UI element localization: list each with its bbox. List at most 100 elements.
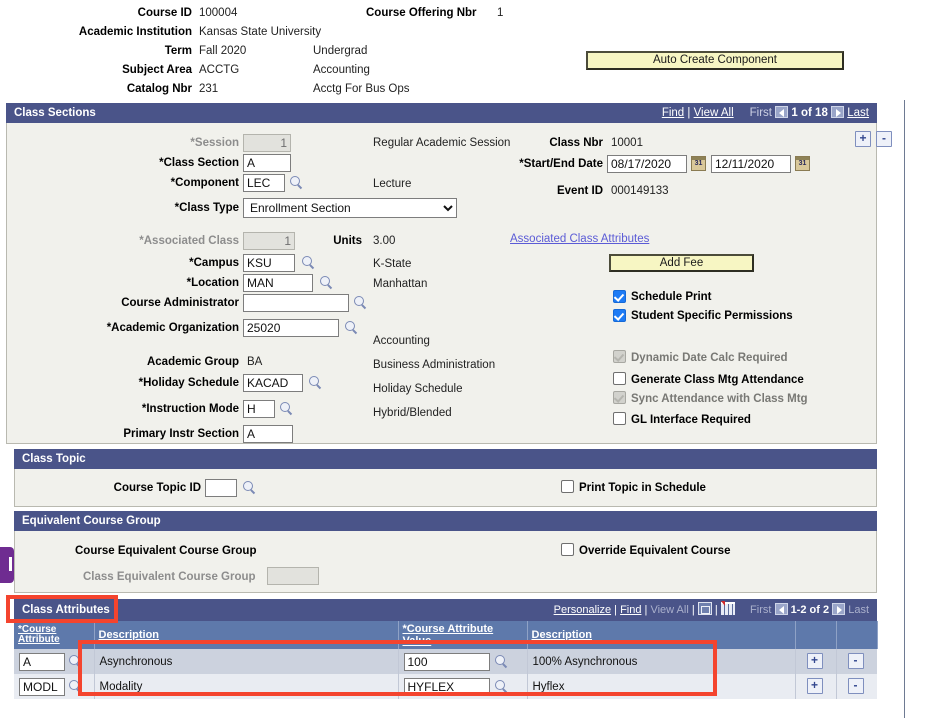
expand-section-button[interactable]: + <box>855 131 871 147</box>
component-lookup-icon[interactable] <box>289 175 304 190</box>
end-date-calendar-icon[interactable] <box>795 156 810 171</box>
subject-area-label: Subject Area <box>122 64 192 76</box>
course-topic-id-lookup-icon[interactable] <box>242 480 257 495</box>
session-input[interactable] <box>243 134 291 152</box>
row-0-remove-button[interactable]: - <box>847 653 864 669</box>
row-1-attribute-input[interactable] <box>19 677 65 696</box>
campus-label: *Campus <box>189 257 239 269</box>
row-0-value-cell <box>398 649 528 674</box>
course-administrator-input[interactable] <box>243 294 349 312</box>
course-equivalent-course-group-label: Course Equivalent Course Group <box>75 545 257 557</box>
equivalent-course-group-panel: Course Equivalent Course Group Class Equ… <box>14 531 877 593</box>
session-label: *Session <box>190 137 239 149</box>
nav-separator-1: | <box>687 107 691 119</box>
grid-next-icon[interactable] <box>832 603 846 615</box>
row-1-attribute-lookup-icon[interactable] <box>68 679 83 694</box>
class-section-label: *Class Section <box>159 157 239 169</box>
student-specific-permissions-checkbox[interactable] <box>613 309 626 322</box>
collapse-menu-tab[interactable] <box>0 547 14 583</box>
grid-view-all-link[interactable]: View All <box>650 604 688 616</box>
download-spreadsheet-icon[interactable] <box>720 601 735 615</box>
term-label: Term <box>164 45 192 57</box>
last-link[interactable]: Last <box>847 107 869 119</box>
row-0-value-input[interactable] <box>403 652 490 671</box>
row-1-add-button[interactable]: + <box>806 678 823 694</box>
previous-row-icon[interactable] <box>775 106 789 118</box>
row-0-value-lookup-icon[interactable] <box>494 654 509 669</box>
personalize-link[interactable]: Personalize <box>554 604 611 616</box>
auto-create-component-button[interactable]: Auto Create Component <box>586 51 844 70</box>
associated-class-attributes-link[interactable]: Associated Class Attributes <box>510 233 649 245</box>
primary-instr-section-input[interactable] <box>243 425 293 443</box>
add-fee-button[interactable]: Add Fee <box>609 254 754 272</box>
generate-class-mtg-attendance-checkbox[interactable] <box>613 372 626 385</box>
campus-lookup-icon[interactable] <box>301 255 316 270</box>
row-1-value-input[interactable] <box>403 677 490 696</box>
holiday-schedule-input[interactable] <box>243 374 303 392</box>
start-date-input[interactable] <box>607 155 687 173</box>
schedule-print-checkbox[interactable] <box>613 290 626 303</box>
catalog-nbr-value: 231 <box>199 83 219 95</box>
associated-class-input[interactable] <box>243 232 295 250</box>
row-0-add-button[interactable]: + <box>806 653 823 669</box>
start-date-calendar-icon[interactable] <box>691 156 706 171</box>
holiday-schedule-lookup-icon[interactable] <box>308 375 323 390</box>
class-sections-header: Class Sections Find | View All First 1 o… <box>6 103 877 123</box>
grid-find-link[interactable]: Find <box>620 604 641 616</box>
instruction-mode-label: *Instruction Mode <box>141 403 239 415</box>
col-course-attribute-value-label[interactable]: *Course Attribute Value <box>403 623 494 647</box>
col-value-description-label[interactable]: Description <box>532 629 593 641</box>
table-row: Asynchronous 100% Asynchronous + - <box>14 649 877 674</box>
course-topic-id-input[interactable] <box>205 479 237 497</box>
class-equivalent-course-group-input[interactable] <box>267 567 319 585</box>
course-administrator-lookup-icon[interactable] <box>353 295 368 310</box>
campus-input[interactable] <box>243 254 295 272</box>
location-lookup-icon[interactable] <box>319 275 334 290</box>
schedule-print-label: Schedule Print <box>631 291 712 303</box>
grid-last-label[interactable]: Last <box>848 604 869 616</box>
row-0-add-cell: + <box>795 649 837 674</box>
grid-previous-icon[interactable] <box>774 603 788 615</box>
class-topic-header: Class Topic <box>14 449 877 469</box>
row-0-attribute-input[interactable] <box>19 652 65 671</box>
location-input[interactable] <box>243 274 313 292</box>
grid-counter: 1-2 of 2 <box>790 604 830 616</box>
class-attributes-title: Class Attributes <box>22 604 110 616</box>
instruction-mode-lookup-icon[interactable] <box>279 401 294 416</box>
end-date-input[interactable] <box>711 155 791 173</box>
print-topic-in-schedule-checkbox[interactable] <box>561 480 574 493</box>
view-all-link[interactable]: View All <box>694 107 734 119</box>
class-nbr-value: 10001 <box>611 137 643 149</box>
row-0-attribute-lookup-icon[interactable] <box>68 654 83 669</box>
override-equivalent-course-checkbox[interactable] <box>561 543 574 556</box>
component-description: Lecture <box>373 178 412 190</box>
gl-interface-required-checkbox[interactable] <box>613 412 626 425</box>
term-value: Fall 2020 <box>199 45 247 57</box>
class-type-label: *Class Type <box>174 202 239 214</box>
academic-group-value: BA <box>247 356 263 368</box>
component-input[interactable] <box>243 174 285 192</box>
holiday-schedule-label: *Holiday Schedule <box>138 377 239 389</box>
row-0-remove-cell: - <box>836 649 877 674</box>
row-1-remove-button[interactable]: - <box>847 678 864 694</box>
class-attributes-grid: *Course Attribute Description *Course At… <box>14 621 878 699</box>
holiday-schedule-description: Holiday Schedule <box>373 383 463 395</box>
col-description-label[interactable]: Description <box>99 629 160 641</box>
academic-organization-input[interactable] <box>243 319 339 337</box>
row-1-value-lookup-icon[interactable] <box>494 679 509 694</box>
toolbar-sep-2: | <box>644 604 648 616</box>
instruction-mode-input[interactable] <box>243 400 275 418</box>
next-row-icon[interactable] <box>831 106 845 118</box>
grid-first-label: First <box>750 604 772 616</box>
collapse-section-button[interactable]: - <box>876 131 892 147</box>
col-course-attribute-label[interactable]: *Course Attribute <box>18 625 90 645</box>
academic-organization-lookup-icon[interactable] <box>344 320 359 335</box>
class-section-input[interactable] <box>243 154 291 172</box>
subject-area-value: ACCTG <box>199 64 240 76</box>
academic-organization-description: Accounting <box>373 335 430 347</box>
class-type-select[interactable]: Enrollment Section <box>243 198 457 218</box>
zoom-grid-icon[interactable] <box>697 602 712 615</box>
course-id-label: Course ID <box>137 7 192 19</box>
print-topic-in-schedule-label: Print Topic in Schedule <box>579 482 706 494</box>
find-link[interactable]: Find <box>662 107 684 119</box>
